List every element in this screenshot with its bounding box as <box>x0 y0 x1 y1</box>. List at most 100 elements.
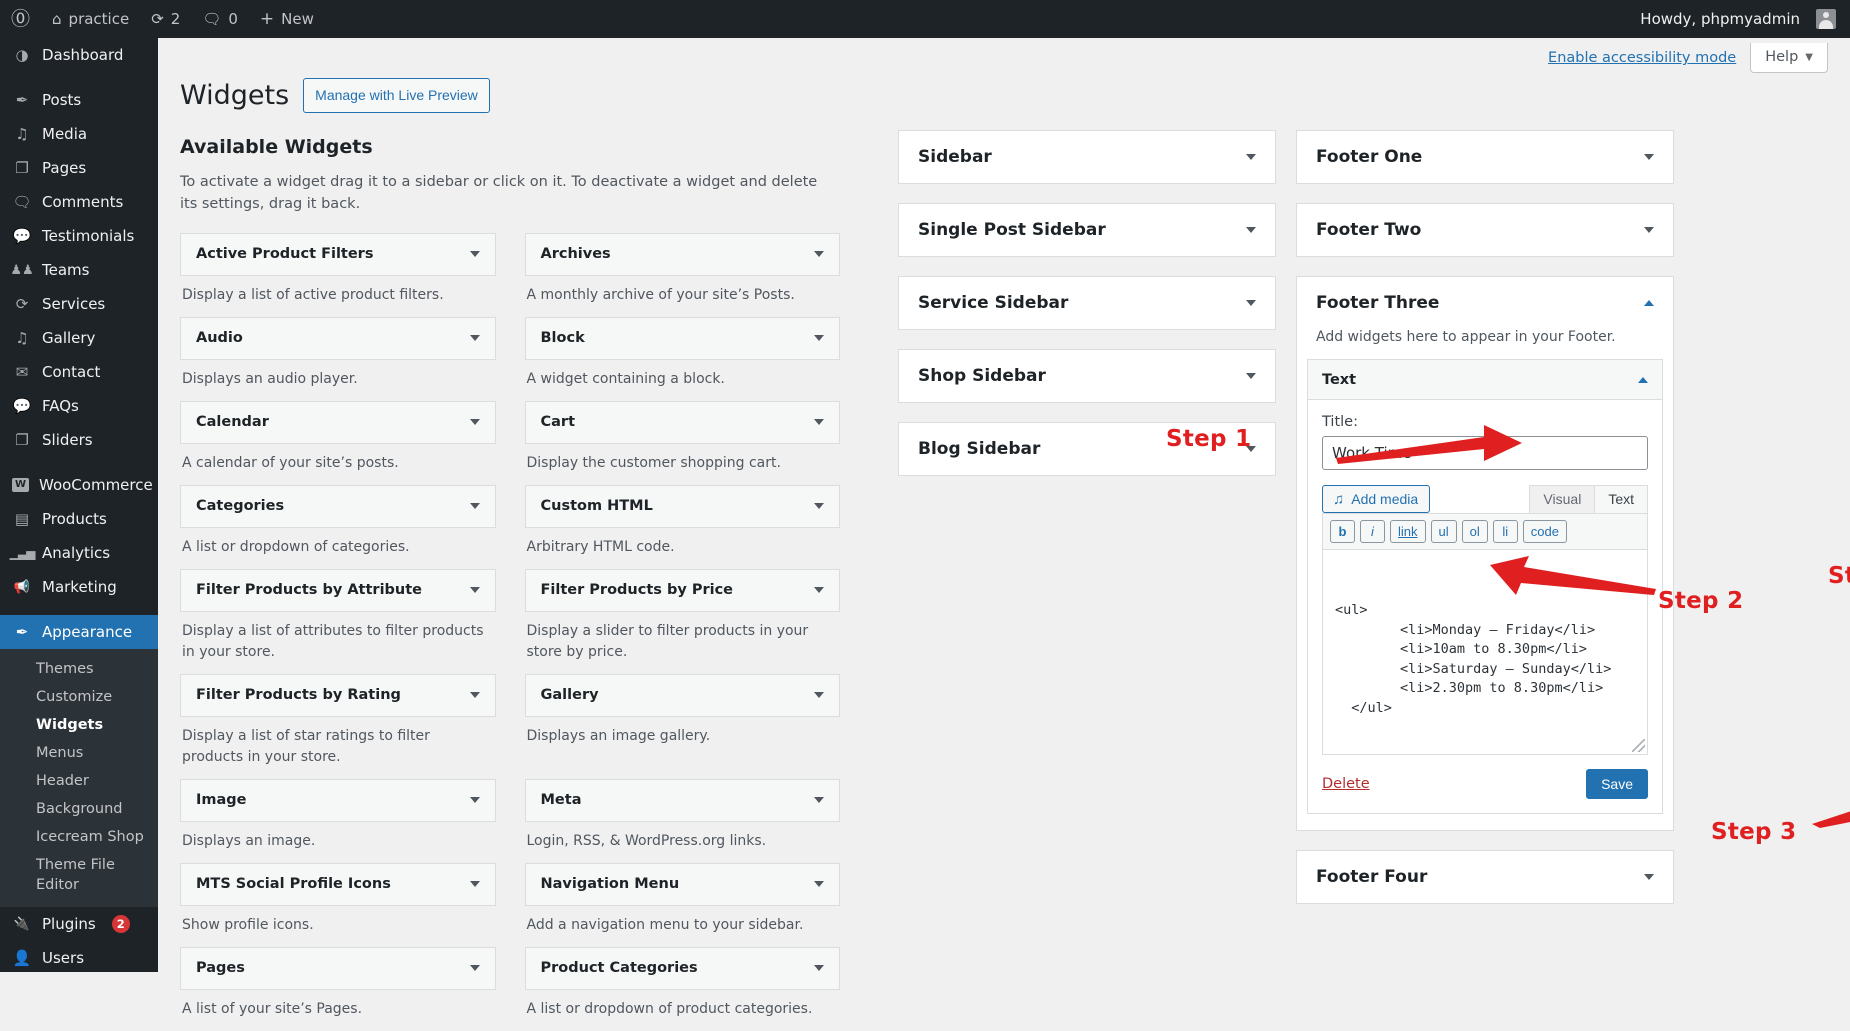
tab-visual[interactable]: Visual <box>1529 485 1596 513</box>
chevron-down-icon[interactable] <box>469 587 480 594</box>
sidebar-panel-header[interactable]: Service Sidebar <box>899 277 1275 329</box>
sidebar-item-testimonials[interactable]: 💬 Testimonials <box>0 219 158 253</box>
sidebar-subitem-themes[interactable]: Themes <box>0 655 158 683</box>
sidebar-panel-header[interactable]: Footer Four <box>1297 851 1673 903</box>
chevron-down-icon[interactable] <box>814 419 824 426</box>
chevron-down-icon[interactable] <box>469 965 480 972</box>
sidebar-subitem-customize[interactable]: Customize <box>0 683 158 711</box>
available-widget-box[interactable]: Block <box>524 316 840 360</box>
chevron-down-icon[interactable] <box>814 797 824 804</box>
chevron-down-icon[interactable] <box>469 335 480 342</box>
sidebar-item-dashboard[interactable]: ◑ Dashboard <box>0 38 158 72</box>
chevron-down-icon[interactable] <box>814 503 824 510</box>
sidebar-panel-footer-one[interactable]: Footer One <box>1296 130 1674 184</box>
sidebar-subitem-background[interactable]: Background <box>0 795 158 823</box>
sidebar-subitem-icecream-shop[interactable]: Icecream Shop <box>0 823 158 851</box>
sidebar-panel-header[interactable]: Sidebar <box>899 131 1275 183</box>
chevron-down-icon[interactable] <box>469 797 480 804</box>
available-widget-box[interactable]: Navigation Menu <box>524 862 840 906</box>
sidebar-item-teams[interactable]: ♟♟ Teams <box>0 253 158 287</box>
my-account-button[interactable]: Howdy, phpmyadmin <box>1629 0 1850 38</box>
content-textarea[interactable]: <ul> <li>Monday – Friday</li> <li>10am t… <box>1322 549 1648 755</box>
sidebar-subitem-theme-file-editor[interactable]: Theme File Editor <box>0 851 158 899</box>
tab-text[interactable]: Text <box>1594 485 1648 513</box>
sidebar-item-contact[interactable]: ✉ Contact <box>0 355 158 389</box>
quicktag-i-button[interactable]: i <box>1360 520 1385 543</box>
chevron-down-icon[interactable] <box>1246 154 1256 160</box>
sidebar-panel[interactable]: Shop Sidebar <box>898 349 1276 403</box>
sidebar-item-pages[interactable]: ❐ Pages <box>0 151 158 185</box>
sidebar-item-posts[interactable]: ✒ Posts <box>0 83 158 117</box>
title-input[interactable] <box>1322 436 1648 470</box>
available-widget-box[interactable]: Filter Products by Attribute <box>180 568 496 612</box>
help-tab-button[interactable]: Help ▼ <box>1750 43 1828 73</box>
updates-button[interactable]: ⟳ 2 <box>140 0 191 38</box>
available-widget-box[interactable]: Cart <box>524 400 840 444</box>
manage-with-live-preview-button[interactable]: Manage with Live Preview <box>303 78 490 113</box>
sidebar-panel[interactable]: Service Sidebar <box>898 276 1276 330</box>
chevron-down-icon[interactable] <box>1246 373 1256 379</box>
available-widget-box[interactable]: Archives <box>524 232 840 276</box>
sidebar-item-plugins[interactable]: 🔌 Plugins 2 <box>0 907 158 941</box>
chevron-down-icon[interactable] <box>469 881 480 888</box>
available-widget-box[interactable]: Filter Products by Price <box>524 568 840 612</box>
comments-button[interactable]: 🗨 0 <box>191 0 249 38</box>
chevron-down-icon[interactable] <box>814 692 824 699</box>
chevron-down-icon[interactable] <box>1644 874 1654 880</box>
chevron-up-icon[interactable] <box>1638 376 1648 383</box>
text-widget-header[interactable]: Text <box>1308 360 1662 400</box>
quicktag-link-button[interactable]: link <box>1390 520 1426 543</box>
quicktag-ol-button[interactable]: ol <box>1461 520 1488 543</box>
available-widget-box[interactable]: Meta <box>524 778 840 822</box>
sidebar-panel-footer-two[interactable]: Footer Two <box>1296 203 1674 257</box>
chevron-down-icon[interactable] <box>469 419 480 426</box>
available-widget-box[interactable]: MTS Social Profile Icons <box>180 862 496 906</box>
chevron-down-icon[interactable] <box>814 881 824 888</box>
chevron-down-icon[interactable] <box>1644 154 1654 160</box>
available-widget-box[interactable]: Active Product Filters <box>180 232 496 276</box>
sidebar-panel-header[interactable]: Footer Two <box>1297 204 1673 256</box>
available-widget-box[interactable]: Calendar <box>180 400 496 444</box>
sidebar-item-comments[interactable]: 🗨 Comments <box>0 185 158 219</box>
available-widget-box[interactable]: Audio <box>180 316 496 360</box>
available-widget-box[interactable]: Product Categories <box>524 946 840 990</box>
sidebar-item-analytics[interactable]: ▁▃▅ Analytics <box>0 536 158 570</box>
save-button[interactable]: Save <box>1586 769 1648 799</box>
available-widget-box[interactable]: Filter Products by Rating <box>180 673 496 717</box>
sidebar-item-woocommerce[interactable]: W WooCommerce <box>0 468 158 502</box>
sidebar-item-marketing[interactable]: 📢 Marketing <box>0 570 158 604</box>
sidebar-panel-header[interactable]: Shop Sidebar <box>899 350 1275 402</box>
chevron-down-icon[interactable] <box>469 692 480 699</box>
sidebar-subitem-header[interactable]: Header <box>0 767 158 795</box>
chevron-down-icon[interactable] <box>469 503 480 510</box>
chevron-down-icon[interactable] <box>1644 227 1654 233</box>
quicktag-ul-button[interactable]: ul <box>1430 520 1457 543</box>
quicktag-code-button[interactable]: code <box>1522 520 1567 543</box>
sidebar-subitem-menus[interactable]: Menus <box>0 739 158 767</box>
sidebar-panel-header[interactable]: Single Post Sidebar <box>899 204 1275 256</box>
available-widget-box[interactable]: Categories <box>180 484 496 528</box>
sidebar-item-products[interactable]: ▤ Products <box>0 502 158 536</box>
resize-handle[interactable] <box>1632 739 1645 752</box>
sidebar-item-services[interactable]: ⟳ Services <box>0 287 158 321</box>
sidebar-item-media[interactable]: ♫ Media <box>0 117 158 151</box>
sidebar-panel-footer-four[interactable]: Footer Four <box>1296 850 1674 904</box>
chevron-up-icon[interactable] <box>1644 300 1654 306</box>
delete-link[interactable]: Delete <box>1322 776 1370 792</box>
sidebar-item-appearance[interactable]: ✒ Appearance <box>0 615 166 649</box>
quicktag-b-button[interactable]: b <box>1330 520 1355 543</box>
available-widget-box[interactable]: Gallery <box>524 673 840 717</box>
wp-logo-button[interactable]: ⓪ <box>0 0 41 38</box>
sidebar-item-faqs[interactable]: 💬 FAQs <box>0 389 158 423</box>
chevron-down-icon[interactable] <box>814 587 824 594</box>
sidebar-subitem-widgets[interactable]: Widgets <box>0 711 158 739</box>
chevron-down-icon[interactable] <box>1246 227 1256 233</box>
chevron-down-icon[interactable] <box>814 965 824 972</box>
sidebar-panel-header[interactable]: Footer One <box>1297 131 1673 183</box>
sidebar-item-gallery[interactable]: ♫ Gallery <box>0 321 158 355</box>
add-media-button[interactable]: ♫ Add media <box>1322 485 1431 513</box>
sidebar-panel[interactable]: Sidebar <box>898 130 1276 184</box>
available-widget-box[interactable]: Custom HTML <box>524 484 840 528</box>
sidebar-panel-header[interactable]: Footer Three <box>1297 277 1673 329</box>
available-widget-box[interactable]: Pages <box>180 946 496 990</box>
